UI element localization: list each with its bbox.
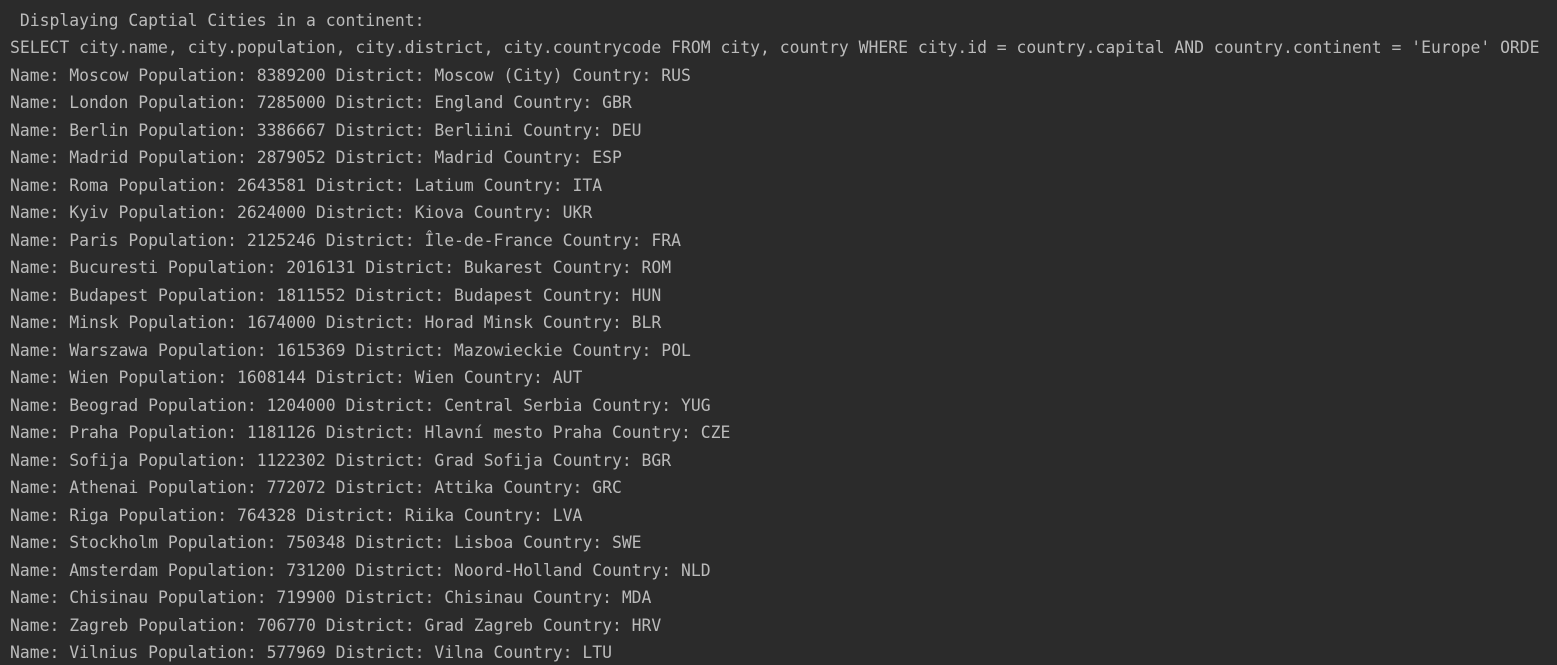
console-header-line: Displaying Captial Cities in a continent… xyxy=(10,10,425,30)
result-row: Name: Vilnius Population: 577969 Distric… xyxy=(10,643,612,662)
result-row: Name: Berlin Population: 3386667 Distric… xyxy=(10,120,642,140)
result-row: Name: Warszawa Population: 1615369 Distr… xyxy=(10,340,691,360)
result-row: Name: Paris Population: 2125246 District… xyxy=(10,230,682,250)
result-row: Name: Wien Population: 1608144 District:… xyxy=(10,368,583,387)
console-output[interactable]: Displaying Captial Cities in a continent… xyxy=(0,0,1557,665)
result-row: Name: Stockholm Population: 750348 Distr… xyxy=(10,533,642,552)
result-row: Name: Roma Population: 2643581 District:… xyxy=(10,175,603,195)
sql-query-line: SELECT city.name, city.population, city.… xyxy=(10,38,1540,57)
result-row: Name: Beograd Population: 1204000 Distri… xyxy=(10,395,711,415)
result-row: Name: Zagreb Population: 706770 District… xyxy=(10,615,662,635)
result-row: Name: Chisinau Population: 719900 Distri… xyxy=(10,588,652,607)
result-row: Name: Sofija Population: 1122302 Distric… xyxy=(10,450,672,470)
result-row: Name: Amsterdam Population: 731200 Distr… xyxy=(10,560,711,580)
result-row: Name: Kyiv Population: 2624000 District:… xyxy=(10,203,593,222)
result-row: Name: London Population: 7285000 Distric… xyxy=(10,93,632,112)
result-row: Name: Madrid Population: 2879052 Distric… xyxy=(10,148,622,167)
result-row: Name: Praha Population: 1181126 District… xyxy=(10,423,731,442)
result-row: Name: Moscow Population: 8389200 Distric… xyxy=(10,65,691,85)
result-row: Name: Minsk Population: 1674000 District… xyxy=(10,313,662,332)
result-row: Name: Athenai Population: 772072 Distric… xyxy=(10,478,622,497)
result-row: Name: Budapest Population: 1811552 Distr… xyxy=(10,285,662,305)
result-row: Name: Riga Population: 764328 District: … xyxy=(10,505,583,525)
result-row: Name: Bucuresti Population: 2016131 Dist… xyxy=(10,258,672,277)
